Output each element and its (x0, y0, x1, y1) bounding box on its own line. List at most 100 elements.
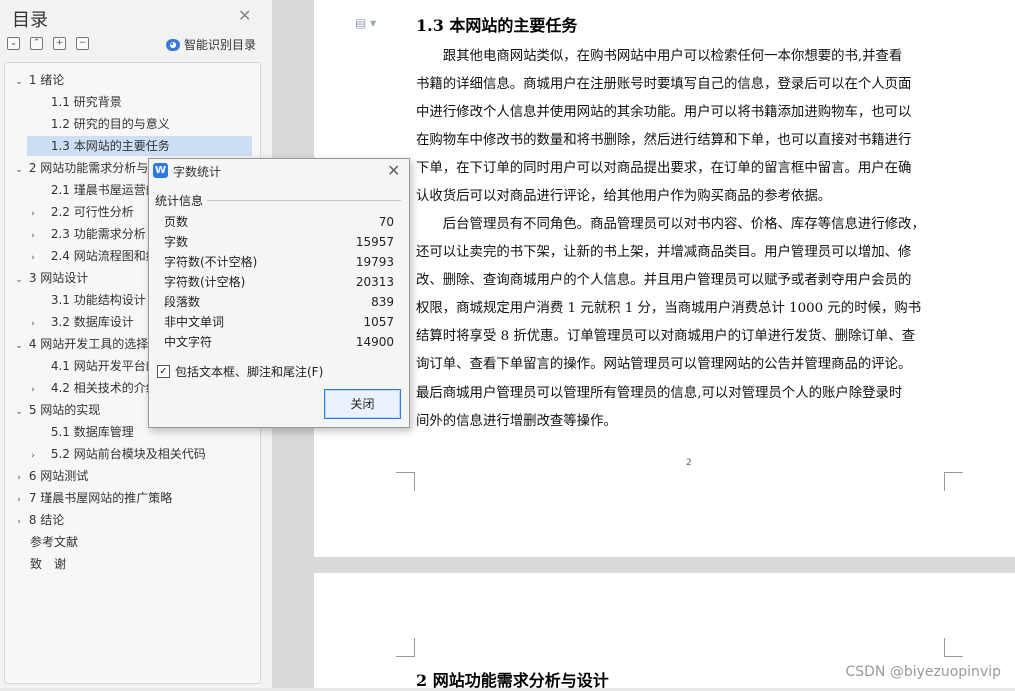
text-line: 认收货后可以对商品进行评论，给其他用户作为购买商品的参考依据。 (416, 189, 832, 205)
stat-value: 19793 (355, 255, 394, 269)
smart-toc-button[interactable]: ◕ 智能识别目录 (166, 36, 256, 53)
toc-item[interactable]: 1.1 研究背景 (27, 92, 250, 112)
text-line: 最后商城用户管理员可以管理所有管理员的信息,可以对管理员个人的账户除登录时 (416, 385, 903, 401)
toc-item-label: 1.1 研究背景 (47, 95, 122, 109)
smart-toc-icon: ◕ (166, 38, 180, 51)
stat-row: 字数 15957 (164, 232, 394, 252)
corner-mark (944, 638, 963, 657)
stat-label: 字数 (164, 235, 189, 249)
toc-item-label: 5 网站的实现 (25, 403, 101, 417)
chevron-down-icon[interactable]: ⌄ (13, 160, 25, 178)
chevron-right-icon[interactable]: › (27, 446, 39, 464)
toc-item-label: 4.2 相关技术的介绍 (47, 381, 158, 395)
stat-value: 70 (378, 215, 394, 229)
close-button[interactable]: 关闭 (324, 389, 401, 419)
toc-item-label: 参考文献 (30, 535, 79, 549)
add-heading-icon[interactable]: + (53, 37, 66, 50)
toc-item-label: 7 瑾晨书屋网站的推广策略 (25, 491, 173, 505)
toc-item-label: 4 网站开发工具的选择 (25, 337, 149, 351)
toc-item[interactable]: 1.3 本网站的主要任务 (27, 136, 252, 156)
toc-item[interactable]: › 8 结论 (13, 510, 250, 530)
stat-value: 14900 (355, 335, 394, 349)
smart-toc-label: 智能识别目录 (184, 38, 257, 52)
toc-item[interactable]: 参考文献 (30, 532, 250, 552)
stat-row: 段落数 839 (164, 292, 394, 312)
word-count-dialog: W 字数统计 ✕ 统计信息 页数 70 字数 15957 字符数(不计空格) 19793 字… (148, 158, 410, 428)
toc-item-label: 4.1 网站开发平台的 (47, 359, 158, 373)
chevron-right-icon[interactable]: › (13, 468, 25, 486)
stat-label: 段落数 (164, 295, 201, 309)
toc-item[interactable]: ⌄ 1 绪论 (13, 70, 250, 90)
stats-section-label: 统计信息 (155, 194, 204, 208)
stat-value: 839 (371, 295, 394, 309)
chevron-right-icon[interactable]: › (13, 512, 25, 530)
chevron-right-icon[interactable]: › (27, 204, 39, 222)
next-section-heading: 2 网站功能需求分析与设计 (416, 671, 609, 690)
toc-item[interactable]: 1.2 研究的目的与意义 (27, 114, 250, 134)
stat-label: 中文字符 (164, 335, 213, 349)
divider (207, 200, 401, 201)
text-line: 询订单、查看下单留言的操作。网站管理员可以管理网站的公告并管理商品的评论。 (416, 357, 912, 373)
stat-row: 非中文单词 1057 (164, 312, 394, 332)
toc-item-label: 5.2 网站前台模块及相关代码 (47, 447, 206, 461)
dialog-titlebar[interactable]: W 字数统计 ✕ (149, 159, 409, 183)
chevron-down-icon[interactable]: ⌄ (13, 270, 25, 288)
stat-label: 字符数(不计空格) (164, 255, 258, 269)
close-icon[interactable]: ✕ (238, 6, 251, 25)
toc-item-label: 3.2 数据库设计 (47, 315, 134, 329)
text-line: 书籍的详细信息。商城用户在注册账号时要填写自己的信息，登录后可以在个人页面 (416, 77, 912, 93)
stat-label: 页数 (164, 215, 189, 229)
toc-item-label: 3 网站设计 (25, 271, 89, 285)
sidebar-title: 目录 (12, 10, 48, 31)
document-options-icon[interactable]: ▤ ▾ (355, 16, 376, 30)
chevron-down-icon[interactable]: ⌄ (13, 336, 25, 354)
dialog-title: 字数统计 (173, 165, 222, 179)
chevron-down-icon[interactable]: ⌄ (13, 402, 25, 420)
toc-item[interactable]: › 6 网站测试 (13, 466, 250, 486)
text-line: 在购物车中修改书的数量和将书删除，然后进行结算和下单，也可以直接对书籍进行 (416, 133, 912, 149)
toc-toolbar: ⌄ ⌃ + − (7, 37, 89, 51)
remove-heading-icon[interactable]: − (76, 37, 89, 50)
toc-item[interactable]: 致 谢 (30, 554, 250, 574)
text-line: 结算时将享受 8 折优惠。订单管理员可以对商城用户的订单进行发货、删除订单、查 (416, 329, 916, 345)
text-line: 改、删除、查询商城用户的个人信息。并且用户管理员可以赋予或者剥夺用户会员的 (416, 273, 912, 289)
toc-item-label: 6 网站测试 (25, 469, 89, 483)
chevron-right-icon[interactable]: › (27, 314, 39, 332)
toc-item-label: 1 绪论 (25, 73, 65, 87)
toc-item-label: 5.1 数据库管理 (47, 425, 134, 439)
chevron-down-icon[interactable]: ⌄ (13, 72, 25, 90)
toc-item-label: 8 结论 (25, 513, 65, 527)
toc-item-label: 2.1 瑾晨书屋运营的 (47, 183, 158, 197)
toc-item[interactable]: › 7 瑾晨书屋网站的推广策略 (13, 488, 250, 508)
toc-item-label: 致 谢 (30, 557, 67, 571)
toc-item-label: 3.1 功能结构设计 (47, 293, 146, 307)
stat-label: 非中文单词 (164, 315, 225, 329)
collapse-all-icon[interactable]: ⌄ (7, 37, 20, 50)
stat-label: 字符数(计空格) (164, 275, 246, 289)
text-line: 下单，在下订单的同时用户可以对商品提出要求，在订单的留言框中留言。用户在确 (416, 161, 912, 177)
close-icon[interactable]: ✕ (387, 161, 400, 180)
chevron-right-icon[interactable]: › (27, 248, 39, 266)
toc-item-label: 2 网站功能需求分析与 (25, 161, 149, 175)
chevron-right-icon[interactable]: › (13, 490, 25, 508)
toc-item-label: 2.2 可行性分析 (47, 205, 134, 219)
stat-row: 页数 70 (164, 212, 394, 232)
paragraph-2: 后台管理员有不同角色。商品管理员可以对书内容、价格、库存等信息进行修改， 还可以让… (416, 211, 944, 436)
text-line: 间外的信息进行增删改查等操作。 (416, 413, 617, 429)
toc-item-label: 1.2 研究的目的与意义 (47, 117, 170, 131)
stat-value: 15957 (355, 235, 394, 249)
corner-mark (396, 638, 415, 657)
chevron-right-icon[interactable]: › (27, 226, 39, 244)
include-textbox-checkbox[interactable]: ✓ 包括文本框、脚注和尾注(F) (157, 363, 323, 380)
toc-item[interactable]: › 5.2 网站前台模块及相关代码 (27, 444, 250, 464)
expand-up-icon[interactable]: ⌃ (30, 37, 43, 50)
toc-item-label: 2.3 功能需求分析 (47, 227, 146, 241)
section-heading: 1.3 本网站的主要任务 (416, 16, 578, 35)
corner-mark (944, 472, 963, 491)
checkbox-label: 包括文本框、脚注和尾注(F) (175, 365, 324, 379)
text-line: 权限，商城规定用户消费 1 元就积 1 分，当商城用户消费总计 1000 元的时… (416, 301, 922, 317)
chevron-right-icon[interactable]: › (27, 380, 39, 398)
checkbox-icon[interactable]: ✓ (157, 365, 170, 378)
stat-value: 20313 (355, 275, 394, 289)
wps-logo-icon: W (153, 163, 168, 178)
